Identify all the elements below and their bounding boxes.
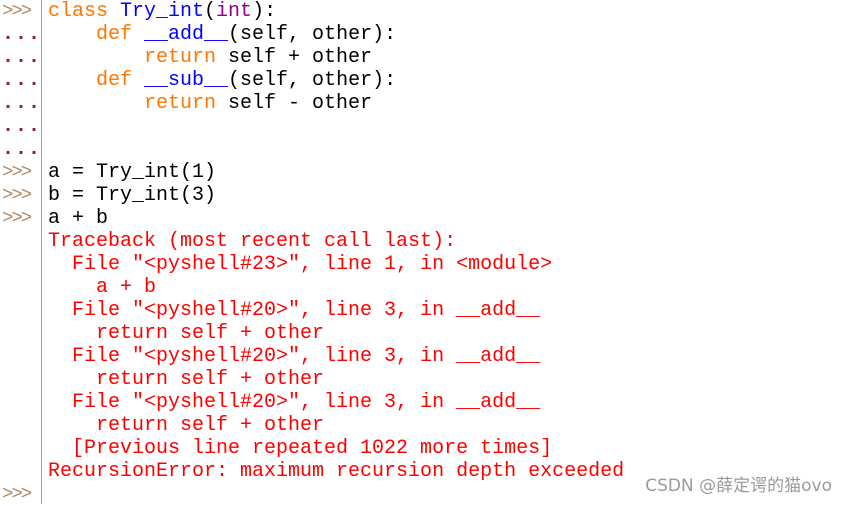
error-text: a + b xyxy=(48,276,157,299)
shell-line: Traceback (most recent call last): xyxy=(48,230,828,253)
empty-prompt xyxy=(0,437,41,460)
code-text: (self, other): xyxy=(228,69,397,92)
shell-line: def __sub__(self, other): xyxy=(48,69,828,92)
shell-line: b = Try_int(3) xyxy=(48,184,828,207)
error-text: return self + other xyxy=(48,368,325,391)
prompt-gutter: >>>.................. >>> >>> >>> >>> xyxy=(0,0,42,505)
primary-prompt: >>> xyxy=(2,0,32,22)
keyword-token: return xyxy=(144,46,217,69)
primary-prompt: >>> xyxy=(2,184,32,206)
primary-prompt: >>> xyxy=(2,161,32,183)
shell-line: class Try_int(int): xyxy=(48,0,828,23)
shell-output-area[interactable]: class Try_int(int): def __add__(self, ot… xyxy=(48,0,828,506)
error-text: [Previous line repeated 1022 more times] xyxy=(48,437,553,460)
shell-line: a = Try_int(1) xyxy=(48,161,828,184)
empty-prompt xyxy=(0,391,41,414)
shell-line: return self - other xyxy=(48,92,828,115)
code-text: b = Try_int(3) xyxy=(48,184,217,207)
empty-prompt xyxy=(0,230,41,253)
empty-prompt xyxy=(0,276,41,299)
keyword-token: class xyxy=(48,0,121,23)
error-text: RecursionError: maximum recursion depth … xyxy=(48,460,625,483)
code-text: (self, other): xyxy=(228,23,397,46)
python-shell-window[interactable]: >>>.................. >>> >>> >>> >>> class … xyxy=(0,0,846,506)
shell-line: File "<pyshell#20>", line 3, in __add__ xyxy=(48,345,828,368)
shell-line: File "<pyshell#20>", line 3, in __add__ xyxy=(48,299,828,322)
code-text: ): xyxy=(252,0,277,23)
code-text: ( xyxy=(204,0,217,23)
empty-prompt xyxy=(0,322,41,345)
watermark: CSDN @薛定谔的猫ovo xyxy=(645,476,832,496)
shell-line: return self + other xyxy=(48,368,828,391)
shell-line: File "<pyshell#23>", line 1, in <module> xyxy=(48,253,828,276)
continuation-prompt: ... xyxy=(2,138,42,161)
empty-prompt xyxy=(0,345,41,368)
builtin-token: int xyxy=(216,0,253,23)
empty-prompt xyxy=(0,460,41,483)
empty-prompt xyxy=(0,253,41,276)
shell-line: File "<pyshell#20>", line 3, in __add__ xyxy=(48,391,828,414)
error-text: File "<pyshell#20>", line 3, in __add__ xyxy=(48,391,541,414)
definition-token: __add__ xyxy=(144,23,229,46)
continuation-prompt: ... xyxy=(2,46,42,69)
continuation-prompt: ... xyxy=(2,115,42,138)
empty-prompt xyxy=(0,299,41,322)
shell-line: def __add__(self, other): xyxy=(48,23,828,46)
shell-line: return self + other xyxy=(48,322,828,345)
error-text: return self + other xyxy=(48,414,325,437)
code-text: self + other xyxy=(216,46,373,69)
error-text: File "<pyshell#23>", line 1, in <module> xyxy=(48,253,553,276)
code-text: self - other xyxy=(216,92,373,115)
error-text: File "<pyshell#20>", line 3, in __add__ xyxy=(48,299,541,322)
code-text: a = Try_int(1) xyxy=(48,161,217,184)
continuation-prompt: ... xyxy=(2,69,42,92)
error-text: Traceback (most recent call last): xyxy=(48,230,457,253)
error-text: File "<pyshell#20>", line 3, in __add__ xyxy=(48,345,541,368)
shell-line: [Previous line repeated 1022 more times] xyxy=(48,437,828,460)
continuation-prompt: ... xyxy=(2,23,42,46)
empty-prompt xyxy=(0,414,41,437)
primary-prompt: >>> xyxy=(2,207,32,229)
keyword-token: return xyxy=(144,92,217,115)
code-text: a + b xyxy=(48,207,109,230)
keyword-token: def xyxy=(96,69,145,92)
definition-token: __sub__ xyxy=(144,69,229,92)
error-text: return self + other xyxy=(48,322,325,345)
shell-line: a + b xyxy=(48,207,828,230)
empty-prompt xyxy=(0,368,41,391)
shell-line: return self + other xyxy=(48,414,828,437)
shell-line: a + b xyxy=(48,276,828,299)
keyword-token: def xyxy=(96,23,145,46)
primary-prompt: >>> xyxy=(2,483,32,505)
continuation-prompt: ... xyxy=(2,92,42,115)
definition-token: Try_int xyxy=(120,0,205,23)
shell-line: return self + other xyxy=(48,46,828,69)
gutter-separator xyxy=(41,0,42,504)
